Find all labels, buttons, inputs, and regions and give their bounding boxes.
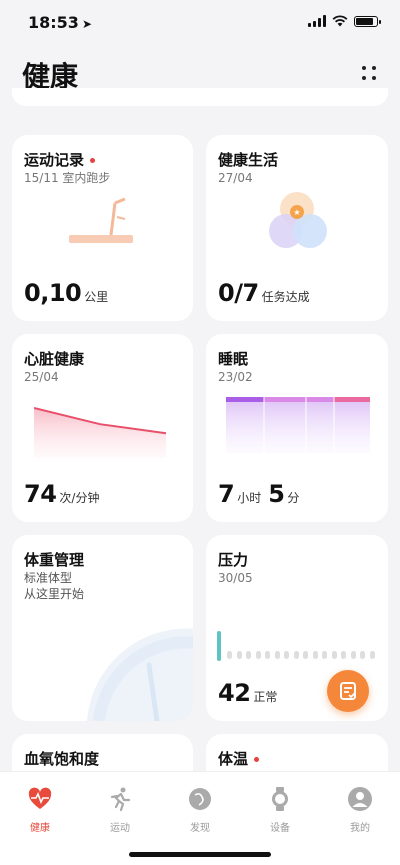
tab-health[interactable]: 健康 bbox=[10, 786, 70, 834]
notification-dot bbox=[254, 757, 260, 762]
notification-dot bbox=[90, 158, 96, 163]
stress-bar-chart bbox=[217, 631, 379, 663]
location-arrow-icon: ➤ bbox=[81, 17, 92, 31]
exercise-record-value: 0,10 公里 bbox=[24, 279, 109, 307]
stress-empty-bar bbox=[293, 651, 299, 659]
sleep-title: 睡眠 bbox=[218, 350, 249, 368]
stress-subtitle: 30/05 bbox=[218, 571, 253, 585]
heart-health-subtitle: 25/04 bbox=[24, 370, 59, 384]
stress-empty-bar bbox=[227, 651, 232, 659]
stress-empty-bar bbox=[284, 651, 289, 659]
stress-empty-bar bbox=[322, 651, 327, 659]
sleep-duration: 7 小时 5分 bbox=[218, 480, 300, 508]
stress-empty-bar bbox=[265, 651, 270, 659]
tab-me[interactable]: 我的 bbox=[330, 786, 390, 834]
stress-empty-bar bbox=[303, 651, 308, 659]
stress-empty-bar bbox=[255, 651, 261, 659]
tab-exercise-label: 运动 bbox=[110, 823, 130, 834]
weight-management-title: 体重管理 bbox=[24, 551, 85, 569]
sleep-subtitle: 23/02 bbox=[218, 370, 253, 384]
stress-empty-bar bbox=[341, 651, 346, 659]
profile-icon bbox=[348, 787, 372, 811]
exercise-record-subtitle: 15/11 室内跑步 bbox=[24, 171, 111, 185]
heart-rate-trend-chart bbox=[34, 407, 166, 458]
bottom-tab-bar: 健康 运动 发现 设备 我的 bbox=[0, 771, 400, 865]
stress-empty-bar bbox=[246, 651, 251, 659]
healthy-living-value: 0/7 任务达成 bbox=[218, 279, 310, 307]
clipboard-check-icon bbox=[340, 682, 356, 700]
home-indicator bbox=[129, 852, 271, 857]
status-time: 18:53 ➤ bbox=[28, 13, 92, 32]
sleep-card[interactable]: 睡眠 23/02 7 小时 5分 bbox=[206, 334, 388, 522]
sleep-stage-chart bbox=[226, 397, 370, 453]
healthy-living-title: 健康生活 bbox=[218, 151, 279, 169]
heart-pulse-icon bbox=[28, 787, 52, 809]
heart-health-card[interactable]: 心脏健康 25/04 74 次/分钟 bbox=[12, 334, 193, 522]
heart-health-title: 心脏健康 bbox=[24, 350, 85, 368]
weight-management-subtitle: 标准体型 从这里开始 bbox=[24, 571, 85, 601]
treadmill-icon bbox=[69, 197, 133, 243]
tab-me-label: 我的 bbox=[350, 823, 370, 834]
tab-exercise[interactable]: 运动 bbox=[90, 786, 150, 834]
running-icon bbox=[110, 787, 131, 812]
more-menu-icon[interactable] bbox=[362, 66, 378, 82]
stress-empty-bar bbox=[350, 651, 356, 659]
stress-empty-bar bbox=[236, 651, 242, 659]
spo2-title: 血氧饱和度 bbox=[24, 750, 100, 768]
temperature-title: 体温 bbox=[218, 748, 260, 769]
task-rings-icon: ★ bbox=[269, 192, 327, 248]
battery-icon bbox=[354, 15, 381, 27]
tab-discover-label: 发现 bbox=[190, 823, 210, 834]
cellular-signal-icon bbox=[308, 15, 326, 27]
stress-empty-bar bbox=[331, 651, 337, 659]
stress-title: 压力 bbox=[218, 551, 249, 569]
heart-trend-area bbox=[34, 408, 166, 458]
record-fab-button[interactable] bbox=[327, 670, 369, 712]
wifi-icon bbox=[332, 15, 348, 27]
stress-empty-bar bbox=[360, 651, 365, 659]
svg-text:★: ★ bbox=[293, 208, 300, 217]
compass-icon bbox=[189, 788, 211, 810]
stress-value: 42 正常 bbox=[218, 679, 278, 707]
healthy-living-subtitle: 27/04 bbox=[218, 171, 253, 185]
tab-health-label: 健康 bbox=[30, 823, 50, 834]
weight-management-card[interactable]: 体重管理 标准体型 从这里开始 bbox=[12, 535, 193, 721]
weight-gauge-icon bbox=[87, 628, 193, 721]
stress-empty-bar bbox=[369, 651, 375, 659]
status-bar: 18:53 ➤ bbox=[0, 0, 400, 44]
tab-devices[interactable]: 设备 bbox=[250, 786, 310, 834]
heart-health-value: 74 次/分钟 bbox=[24, 480, 100, 508]
tab-discover[interactable]: 发现 bbox=[170, 786, 230, 834]
tab-devices-label: 设备 bbox=[270, 823, 290, 834]
healthy-living-card[interactable]: 健康生活 27/04 ★ 0/7 任务达成 bbox=[206, 135, 388, 321]
exercise-record-card[interactable]: 运动记录 15/11 室内跑步 0,10 公里 bbox=[12, 135, 193, 321]
stress-empty-bar bbox=[274, 651, 280, 659]
exercise-record-title: 运动记录 bbox=[24, 149, 96, 170]
watch-icon bbox=[272, 787, 288, 811]
stress-empty-bar bbox=[312, 651, 318, 659]
stress-current-bar bbox=[217, 631, 221, 661]
previous-card-edge bbox=[12, 88, 388, 106]
